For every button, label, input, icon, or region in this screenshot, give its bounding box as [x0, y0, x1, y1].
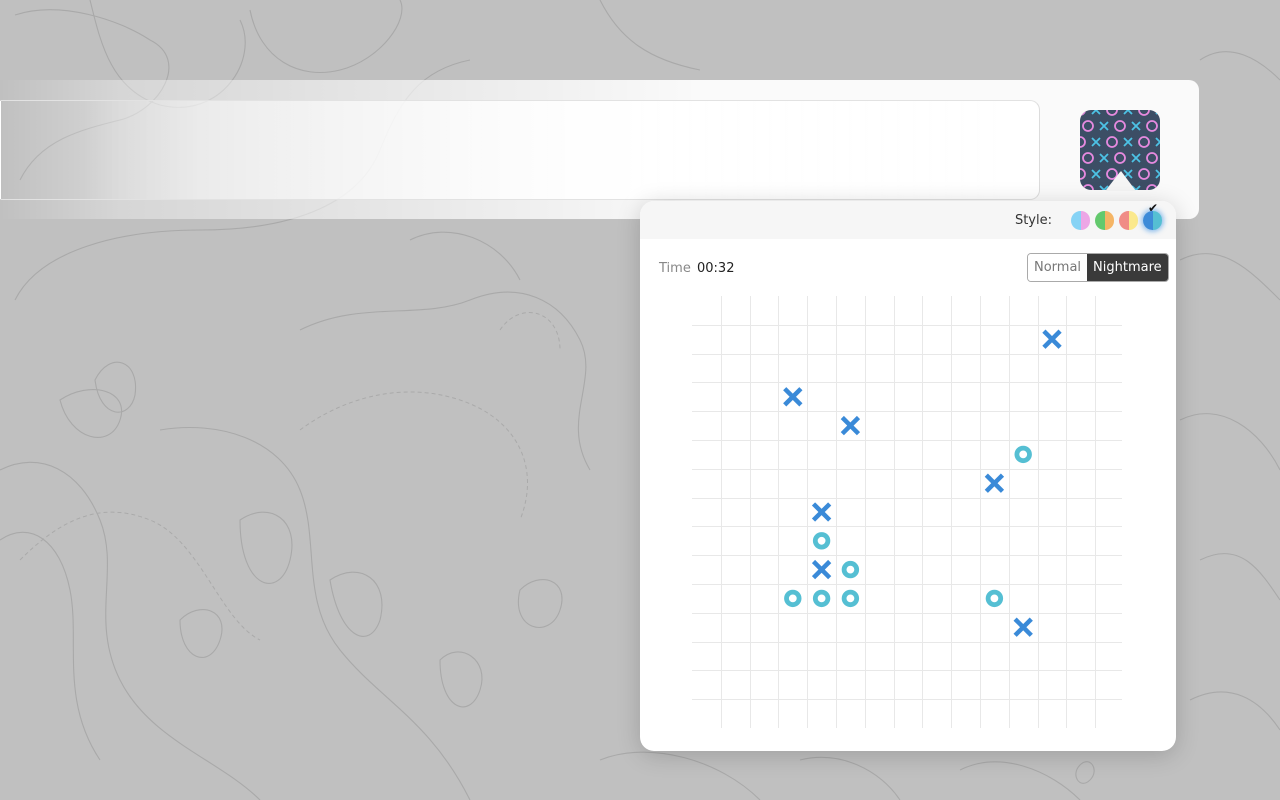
style-bar: Style: ✔: [640, 201, 1176, 239]
piece-x: [984, 473, 1005, 493]
pattern-o-mark: [1106, 136, 1118, 148]
pattern-o-mark: [1138, 110, 1150, 116]
time-label: Time: [659, 261, 691, 276]
piece-o: [841, 589, 860, 608]
popup-pointer: [1106, 171, 1136, 191]
piece-o: [841, 560, 860, 579]
style-label: Style:: [1014, 212, 1052, 228]
piece-x: [811, 559, 832, 580]
pattern-o-mark: [1114, 120, 1126, 132]
pattern-o-mark: [1080, 168, 1086, 180]
style-swatch-pastel-blue-pink[interactable]: [1071, 210, 1090, 230]
swatch-right-color: [1128, 210, 1138, 230]
swatch-right-color: [1080, 210, 1090, 230]
game-popup: Style: ✔ Time 00:32 Normal Nightmare: [640, 201, 1176, 751]
pattern-x-mark: [1131, 153, 1141, 163]
pattern-x-mark: [1091, 169, 1101, 179]
pattern-x-mark: [1155, 169, 1160, 179]
mode-nightmare-button[interactable]: Nightmare: [1087, 254, 1168, 281]
pattern-o-mark: [1146, 120, 1158, 132]
piece-o: [985, 589, 1004, 608]
piece-x: [811, 502, 832, 522]
piece-x: [783, 387, 803, 407]
piece-x: [840, 415, 861, 436]
mode-toggle: Normal Nightmare: [1027, 253, 1169, 282]
pattern-x-mark: [1091, 137, 1101, 147]
pattern-o-mark: [1138, 168, 1150, 180]
checkmark-icon: ✔: [1148, 201, 1159, 215]
piece-o: [1014, 445, 1032, 464]
piece-x: [1042, 329, 1062, 349]
mode-normal-button[interactable]: Normal: [1028, 254, 1088, 281]
board-grid: [692, 296, 1122, 728]
piece-o: [784, 589, 802, 608]
browser-toolbar: [0, 80, 1199, 219]
pattern-o-mark: [1114, 152, 1126, 164]
swatch-left-color: [1119, 210, 1129, 230]
pattern-o-mark: [1082, 152, 1094, 164]
style-swatch-green-orange[interactable]: [1095, 210, 1114, 230]
pattern-o-mark: [1138, 136, 1150, 148]
piece-x: [1013, 617, 1033, 637]
time-value: 00:32: [697, 261, 735, 276]
pattern-x-mark: [1123, 137, 1133, 147]
pattern-x-mark: [1131, 121, 1141, 131]
pattern-x-mark: [1099, 153, 1109, 163]
pattern-x-mark: [1155, 137, 1160, 147]
style-swatch-blue-cyan[interactable]: ✔: [1143, 202, 1162, 230]
address-bar[interactable]: [0, 100, 1040, 200]
piece-o: [812, 589, 831, 608]
pattern-x-mark: [1099, 121, 1109, 131]
pattern-x-mark: [1091, 110, 1101, 115]
piece-o: [812, 532, 831, 550]
pattern-o-mark: [1082, 120, 1094, 132]
style-swatch-salmon-yellow[interactable]: [1119, 210, 1138, 230]
swatch-left-color: [1095, 210, 1105, 230]
pattern-o-mark: [1106, 110, 1118, 116]
game-board[interactable]: [692, 296, 1124, 728]
status-row: Time 00:32 Normal Nightmare: [640, 251, 1176, 283]
style-swatches: ✔: [1066, 202, 1162, 230]
pattern-o-mark: [1080, 136, 1086, 148]
swatch-right-color: [1104, 210, 1114, 230]
pattern-o-mark: [1146, 152, 1158, 164]
pattern-x-mark: [1123, 110, 1133, 115]
swatch-left-color: [1071, 210, 1081, 230]
